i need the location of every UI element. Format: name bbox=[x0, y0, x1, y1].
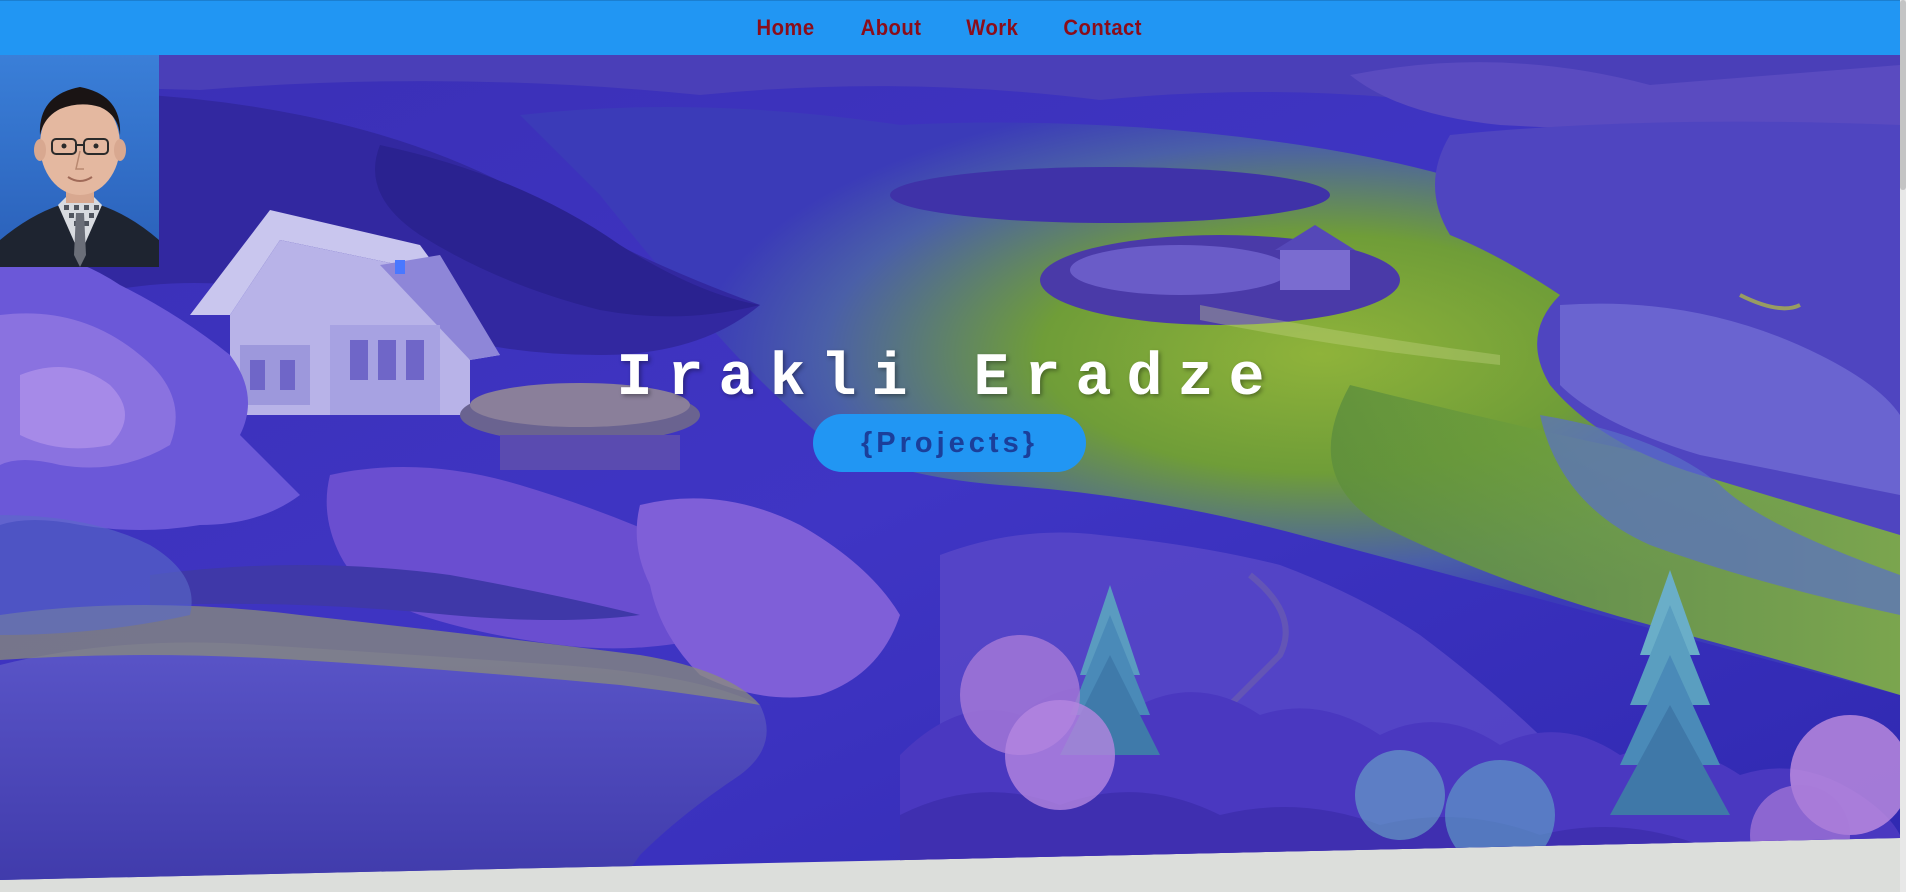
nav-link-contact[interactable]: Contact bbox=[1045, 15, 1160, 41]
page: Home About Work Contact Irakli Eradze {P… bbox=[0, 0, 1906, 892]
hero-background-image bbox=[0, 55, 1900, 880]
nav-link-work[interactable]: Work bbox=[947, 15, 1036, 41]
hero-title: Irakli Eradze bbox=[616, 345, 1280, 413]
projects-button[interactable]: {Projects} bbox=[813, 414, 1086, 472]
profile-photo bbox=[0, 55, 159, 267]
hero-section: Irakli Eradze {Projects} bbox=[0, 55, 1900, 880]
nav-link-home[interactable]: Home bbox=[739, 15, 834, 41]
nav-list: Home About Work Contact bbox=[734, 15, 1165, 41]
scrollbar-thumb[interactable] bbox=[1900, 0, 1906, 190]
nav-link-about[interactable]: About bbox=[842, 15, 940, 41]
top-navbar: Home About Work Contact bbox=[0, 0, 1900, 55]
page-scrollbar[interactable] bbox=[1900, 0, 1906, 892]
avatar bbox=[0, 55, 159, 267]
